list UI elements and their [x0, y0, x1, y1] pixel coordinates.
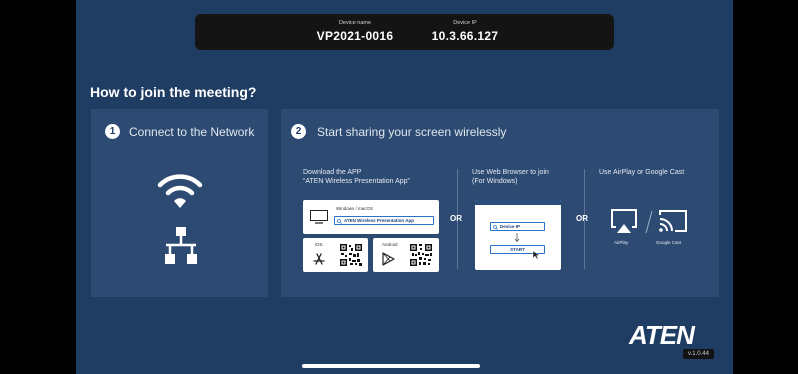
device-ip: Device IP 10.3.66.127 — [415, 20, 515, 43]
step2-number: 2 — [291, 124, 306, 139]
step2-card: 2 Start sharing your screen wirelessly D… — [281, 109, 719, 297]
device-ip-label: Device IP — [453, 20, 477, 26]
device-info-bar: Device name VP2021-0016 Device IP 10.3.6… — [195, 14, 614, 50]
desktop-app-box[interactable]: Windows / macOS ATEN Wireless Presentati… — [303, 200, 439, 234]
ios-app-box[interactable]: iOS — [303, 238, 368, 272]
page-title: How to join the meeting? — [90, 84, 257, 100]
browser-heading-line1: Use Web Browser to join — [472, 169, 549, 176]
browser-heading: Use Web Browser to join (For Windows) — [472, 168, 549, 186]
network-icon — [165, 227, 197, 264]
google-cast-label: Google Cast — [656, 240, 682, 245]
ios-label: iOS — [315, 242, 323, 247]
search-icon — [493, 224, 498, 230]
search-icon — [337, 218, 342, 224]
app-screen: Device name VP2021-0016 Device IP 10.3.6… — [76, 0, 733, 374]
slash-divider — [645, 210, 653, 234]
step1-number: 1 — [105, 124, 120, 139]
airplay-icon[interactable] — [609, 207, 639, 235]
step2-title: Start sharing your screen wirelessly — [317, 125, 507, 139]
airplay-label: AirPlay — [614, 240, 629, 245]
browser-heading-line2: (For Windows) — [472, 178, 518, 185]
app-heading-line1: Download the APP — [303, 169, 362, 176]
cast-heading: Use AirPlay or Google Cast — [599, 169, 685, 176]
device-ip-field-label: Device IP — [500, 224, 521, 229]
home-indicator[interactable] — [302, 364, 480, 368]
desktop-platform-label: Windows / macOS — [336, 206, 374, 211]
step1-title: Connect to the Network — [129, 125, 255, 139]
device-name-label: Device name — [338, 20, 372, 26]
android-label: Android — [382, 242, 398, 247]
device-ip-value: 10.3.66.127 — [431, 29, 499, 43]
device-ip-field[interactable]: Device IP — [490, 222, 545, 231]
version-badge: v.1.0.44 — [683, 349, 714, 359]
cursor-icon — [532, 250, 541, 260]
or-label-2: OR — [576, 214, 588, 223]
app-search-text: ATEN Wireless Presentation App — [344, 218, 414, 223]
device-name-value: VP2021-0016 — [316, 29, 394, 43]
aten-logo: ATEN — [629, 320, 695, 350]
play-store-icon — [382, 252, 395, 266]
app-store-icon — [313, 253, 325, 265]
app-heading: Download the APP “ATEN Wireless Presenta… — [303, 168, 410, 186]
ios-qr-code — [339, 243, 363, 267]
app-search-field: ATEN Wireless Presentation App — [334, 216, 434, 225]
or-label-1: OR — [450, 214, 462, 223]
google-cast-icon[interactable] — [658, 208, 688, 234]
app-heading-line2: “ATEN Wireless Presentation App” — [303, 178, 410, 185]
step1-card: 1 Connect to the Network — [91, 109, 268, 297]
wifi-icon — [157, 174, 203, 208]
browser-titlebar — [475, 200, 561, 205]
device-name: Device name VP2021-0016 — [310, 20, 400, 43]
android-qr-code — [409, 243, 433, 267]
monitor-icon — [310, 210, 328, 224]
arrow-down-icon — [514, 233, 520, 242]
android-app-box[interactable]: Android — [373, 238, 439, 272]
browser-mockup: Device IP START — [475, 200, 561, 270]
